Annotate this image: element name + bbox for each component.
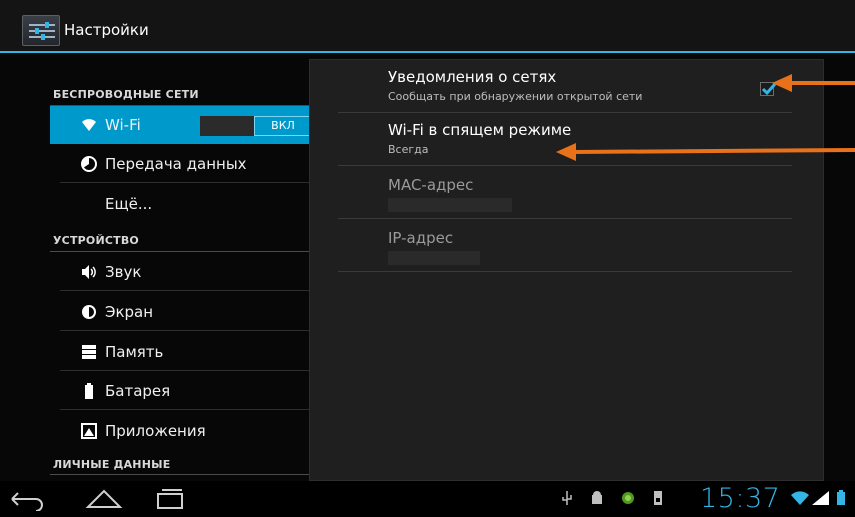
- item-divider: [60, 290, 328, 291]
- settings-sidebar: БЕСПРОВОДНЫЕ СЕТИ Wi-Fi ВКЛ Передача дан…: [22, 53, 328, 481]
- wifi-signal-icon: [791, 491, 809, 505]
- cell-signal-icon: [812, 491, 829, 505]
- sidebar-item-storage[interactable]: Память: [50, 333, 328, 371]
- sidebar-item-wifi[interactable]: Wi-Fi ВКЛ: [50, 106, 328, 144]
- sidebar-item-label: Wi-Fi: [105, 116, 141, 134]
- sidebar-item-display[interactable]: Экран: [50, 293, 328, 331]
- pref-summary: Всегда: [388, 143, 429, 156]
- page-title: Настройки: [64, 21, 149, 39]
- pref-title: MAC-адрес: [388, 176, 474, 194]
- apps-icon: [80, 422, 98, 440]
- mac-address-value-redacted: [388, 198, 512, 212]
- ip-address-value-redacted: [388, 251, 480, 265]
- volume-icon: [80, 263, 98, 281]
- sidebar-item-label: Батарея: [105, 382, 171, 400]
- pref-title: Wi-Fi в спящем режиме: [388, 121, 572, 139]
- back-icon[interactable]: [6, 487, 46, 511]
- clock: 15:37: [700, 483, 781, 514]
- sidebar-item-label: Ещё...: [105, 195, 153, 213]
- sidebar-item-label: Приложения: [105, 422, 206, 440]
- sidebar-item-more[interactable]: Ещё...: [50, 185, 328, 223]
- pref-mac-address: MAC-адрес: [338, 166, 792, 219]
- settings-app-icon[interactable]: [22, 15, 60, 46]
- sidebar-item-label: Передача данных: [105, 155, 247, 173]
- usb-icon: [562, 491, 572, 505]
- settings-content: БЕСПРОВОДНЫЕ СЕТИ Wi-Fi ВКЛ Передача дан…: [0, 53, 855, 481]
- section-header-personal: ЛИЧНЫЕ ДАННЫЕ: [53, 458, 171, 471]
- storage-icon: [80, 343, 98, 361]
- sidebar-item-label: Экран: [105, 303, 154, 321]
- item-divider: [60, 330, 328, 331]
- pref-network-notification[interactable]: Уведомления о сетях Сообщать при обнаруж…: [338, 60, 792, 113]
- data-usage-icon: [80, 155, 98, 173]
- action-bar: Настройки: [0, 0, 855, 53]
- item-divider: [60, 370, 328, 371]
- sidebar-item-label: Звук: [105, 263, 142, 281]
- battery-status-icon: [837, 490, 845, 505]
- sidebar-item-sound[interactable]: Звук: [50, 253, 328, 291]
- sidebar-item-apps[interactable]: Приложения: [50, 412, 328, 450]
- sidebar-item-battery[interactable]: Батарея: [50, 372, 328, 410]
- sidebar-item-label: Память: [105, 343, 164, 361]
- section-header-device: УСТРОЙСТВО: [53, 234, 139, 247]
- pref-ip-address: IP-адрес: [338, 219, 792, 272]
- sidebar-item-data-usage[interactable]: Передача данных: [50, 145, 328, 183]
- item-divider: [60, 182, 328, 183]
- annotation-arrow-left-icon: [556, 143, 855, 161]
- system-bar: 15:37: [0, 481, 855, 517]
- brightness-icon: [80, 303, 98, 321]
- wifi-icon: [80, 116, 98, 134]
- pref-title: Уведомления о сетях: [388, 68, 557, 86]
- annotation-arrow-left-icon: [772, 74, 855, 92]
- wifi-toggle[interactable]: ВКЛ: [200, 116, 312, 136]
- home-icon[interactable]: [84, 487, 124, 511]
- wifi-toggle-on: ВКЛ: [254, 116, 312, 136]
- item-divider: [60, 409, 328, 410]
- section-header-wireless: БЕСПРОВОДНЫЕ СЕТИ: [53, 88, 199, 101]
- pref-summary: Сообщать при обнаружении открытой сети: [388, 90, 643, 103]
- section-divider: [50, 474, 328, 475]
- battery-icon: [80, 382, 98, 400]
- recent-apps-icon[interactable]: [150, 487, 190, 511]
- pref-title: IP-адрес: [388, 229, 454, 247]
- section-divider: [50, 251, 328, 252]
- sd-card-icon: [654, 491, 662, 505]
- wifi-advanced-panel: Уведомления о сетях Сообщать при обнаруж…: [309, 59, 824, 481]
- android-debug-icon: [592, 491, 602, 504]
- android-robot-icon: [622, 492, 634, 504]
